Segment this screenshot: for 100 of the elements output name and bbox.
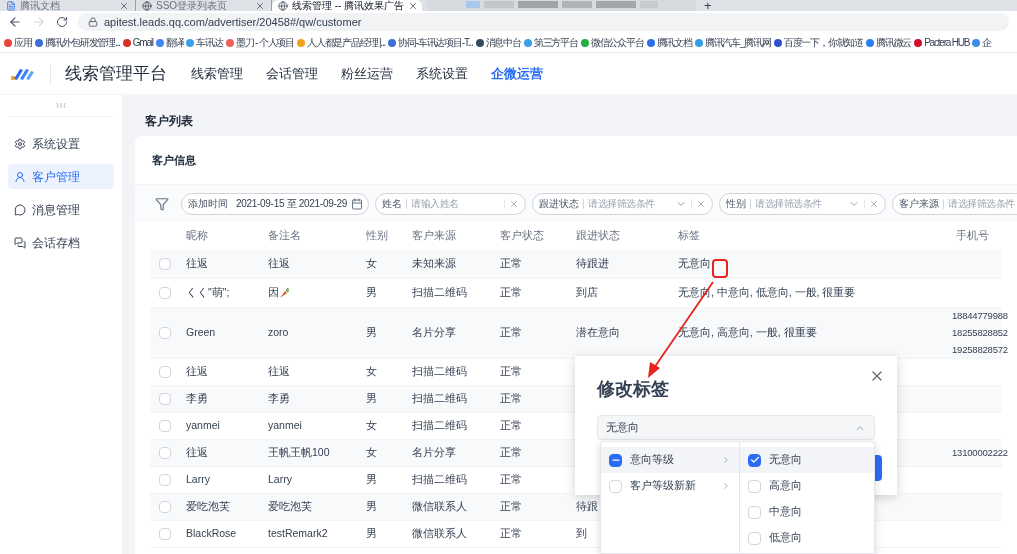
column-header: 跟进状态 — [575, 228, 621, 244]
tag-select-field[interactable]: 无意向 — [597, 415, 875, 440]
table-cell: 扫描二维码 — [412, 364, 467, 380]
filter-label: 客户来源 — [899, 197, 939, 211]
sidebar-item[interactable]: 消息管理 — [8, 197, 114, 222]
name-field[interactable]: 姓名 请输入姓名 — [375, 192, 526, 215]
table-cell: 潜在意向 — [576, 325, 620, 341]
bookmark[interactable]: 企 — [972, 35, 992, 50]
table-cell: 往返 — [186, 445, 208, 461]
filter-placeholder: 请选择筛选条件 — [948, 197, 1016, 211]
table-cell: testRemark2 — [268, 526, 328, 542]
table-cell: 无意向, 高意向, 一般, 很重要 — [678, 325, 817, 341]
table-cell: 扫描二维码 — [412, 285, 467, 301]
table-cell: 微信联系人 — [412, 526, 467, 542]
bookmark[interactable]: 腾讯外包研发管理... — [34, 35, 120, 50]
filter-placeholder: 请输入姓名 — [411, 197, 460, 211]
table-cell: 女 — [366, 445, 377, 461]
table-cell: 待跟 — [576, 499, 598, 515]
cascader-group[interactable]: 意向等级 — [601, 447, 739, 473]
nav-tab[interactable]: 线索管理 — [191, 63, 243, 84]
cascader-option[interactable]: 高意向 — [740, 473, 874, 499]
table-cell: 男 — [366, 526, 377, 542]
table-cell: 男 — [366, 499, 377, 515]
table-cell: Larry — [186, 472, 210, 488]
table-cell: 扫描二维码 — [412, 391, 467, 407]
table-cell: 19258828572 — [952, 343, 1008, 358]
bookmark[interactable]: 应用 — [4, 35, 32, 50]
bookmark[interactable]: 翻译 — [155, 35, 184, 50]
table-cell: 扫描二维码 — [412, 418, 467, 434]
table-cell: 爱吃泡芙 — [268, 499, 312, 515]
table-cell: 男 — [366, 285, 377, 301]
table-cell: 正常 — [500, 391, 522, 407]
table-cell: 男 — [366, 325, 377, 341]
nav-tab[interactable]: 系统设置 — [416, 63, 468, 84]
bookmark[interactable]: 协同-车讯达项目-T... — [388, 35, 473, 50]
table-cell: 往返 — [268, 256, 290, 272]
table-cell: BlackRose — [186, 526, 237, 542]
column-header: 标签 — [677, 228, 701, 244]
column-header: 客户状态 — [499, 228, 545, 244]
table-cell: 到 — [576, 526, 587, 542]
table-cell: 18844779988 — [952, 308, 1008, 323]
table-cell: 待跟进 — [576, 256, 609, 272]
column-header: 备注名 — [267, 228, 302, 244]
filter-select[interactable]: 性别 请选择筛选条件 — [719, 192, 886, 215]
table-cell: 无意向 — [678, 256, 711, 272]
table-cell: Green — [186, 325, 216, 341]
filter-label: 性别 — [726, 197, 746, 211]
date-range-field[interactable]: 添加时间 2021-09-15 至 2021-09-29 — [181, 192, 369, 215]
table-cell: 李勇 — [268, 391, 290, 407]
page-title: 客户列表 — [145, 113, 194, 130]
cascader-group[interactable]: 客户等级新新 — [601, 473, 739, 499]
cascader-option[interactable]: 无意向 — [740, 447, 874, 473]
sidebar-item[interactable]: 客户管理 — [8, 164, 114, 189]
table-cell: 正常 — [500, 364, 522, 380]
table-cell: 正常 — [500, 256, 522, 272]
address-field[interactable]: apitest.leads.qq.com/advertiser/20458#/qw/customer — [78, 13, 1009, 31]
bookmark[interactable]: 腾讯微云 — [865, 35, 912, 50]
table-cell: 李勇 — [186, 391, 208, 407]
bookmark[interactable]: 墨刀 - 个人项目 — [225, 35, 294, 50]
table-cell: 王帆王帆100 — [268, 445, 330, 461]
table-cell: 名片分享 — [412, 445, 456, 461]
table-cell-text: 13100002222 — [952, 445, 1008, 460]
nav-tab[interactable]: 企微运营 — [491, 63, 543, 84]
cascader-option[interactable]: 低意向 — [740, 525, 874, 551]
cascader-option[interactable]: 中意向 — [740, 499, 874, 525]
bookmark[interactable]: 人人都是产品经理 |... — [297, 35, 386, 50]
filter-select[interactable]: 跟进状态 请选择筛选条件 — [532, 192, 713, 215]
table-cell: 扫描二维码 — [412, 472, 467, 488]
bookmark[interactable]: 腾讯文档 — [646, 35, 692, 50]
bookmark[interactable]: Gmail — [122, 35, 153, 50]
filter-placeholder: 请选择筛选条件 — [588, 197, 656, 211]
table-cell: 正常 — [500, 445, 522, 461]
column-header: 手机号 — [955, 228, 990, 244]
filter-label: 跟进状态 — [539, 197, 579, 211]
table-cell: 女 — [366, 256, 377, 272]
bookmark[interactable]: Pactera HUB — [914, 35, 970, 50]
browser-tab[interactable]: 线索管理 -- 腾讯效果广告 — [272, 0, 422, 11]
bookmark[interactable]: 消息中台 — [475, 35, 521, 50]
table-cell: 女 — [366, 418, 377, 434]
table-cell: 正常 — [500, 472, 522, 488]
url-text: apitest.leads.qq.com/advertiser/20458#/qw/customer — [104, 14, 362, 30]
bookmark[interactable]: 百度一下，你就知道 — [773, 35, 863, 50]
new-tab-button[interactable]: + — [704, 0, 712, 11]
table-cell: Larry — [268, 472, 292, 488]
nav-tab[interactable]: 粉丝运营 — [341, 63, 393, 84]
table-cell: 到店 — [576, 285, 598, 301]
table-cell: 正常 — [500, 499, 522, 515]
table-cell: 往返 — [186, 364, 208, 380]
nav-tab[interactable]: 会话管理 — [266, 63, 318, 84]
filter-select[interactable]: 客户来源 请选择筛选条件 — [892, 192, 1017, 215]
table-cell: yanmei — [186, 418, 220, 434]
sidebar-item[interactable]: 系统设置 — [8, 131, 114, 156]
bookmark[interactable]: 微信公众平台 — [580, 35, 644, 50]
bookmark[interactable]: 车讯达 — [186, 35, 223, 50]
bookmark[interactable]: 第三方平台 — [523, 35, 578, 50]
table-cell: 男 — [366, 472, 377, 488]
card-title: 客户信息 — [152, 152, 196, 168]
sidebar-item[interactable]: 会话存档 — [8, 230, 114, 255]
bookmark[interactable]: 腾讯汽车_腾讯网 — [694, 35, 771, 50]
table-cell-text: 18255828852 — [952, 325, 1008, 340]
